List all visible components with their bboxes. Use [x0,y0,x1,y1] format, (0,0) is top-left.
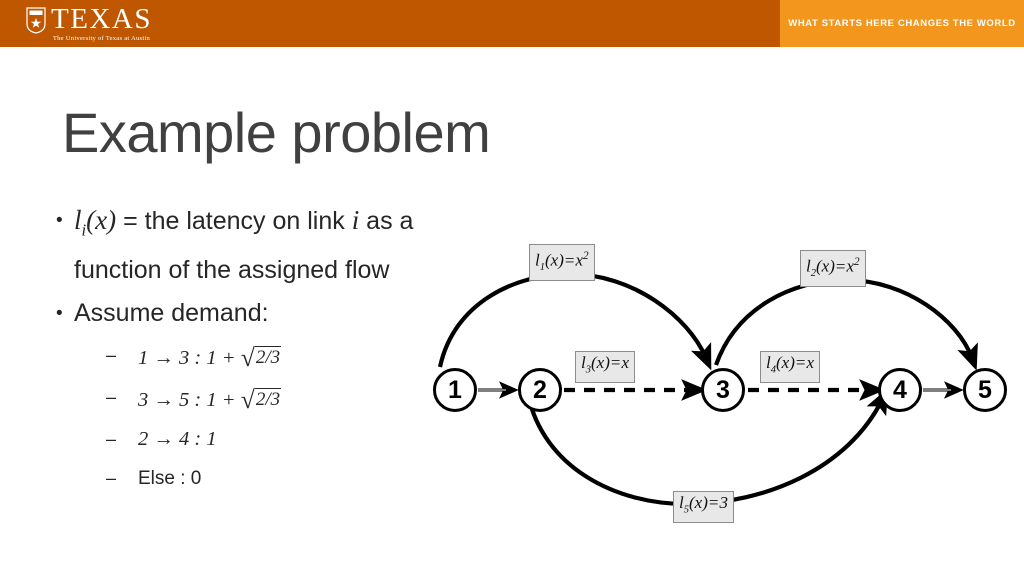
math-latency-function: li(x) [74,205,117,240]
demand-label-1-3: 1 → 3 : 1 + [138,347,241,370]
bullet-text-assume-demand: Assume demand: [74,299,269,328]
sub-bullet-text-1-3: 1 → 3 : 1 + √2/3 [138,336,282,378]
bullet-list: • li(x) = the latency on link i as a fun… [48,200,448,498]
header-right-panel: WHAT STARTS HERE CHANGES THE WORLD [780,0,1024,47]
graph-node-1[interactable]: 1 [433,368,477,412]
radicand-value: 2/3 [254,346,282,369]
sub-bullet-text-else: Else : 0 [138,459,201,498]
bullet-item-latency-definition: • li(x) = the latency on link i as a fun… [48,200,448,291]
demand-label-2-4: 2 → 4 : 1 [138,428,217,451]
ut-austin-logo: TEXAS The University of Texas at Austin [26,4,152,43]
shield-icon [26,7,46,34]
sqrt-expression: √2/3 [240,336,282,378]
sub-bullet-marker: – [106,345,117,366]
sub-bullet-marker: – [106,387,117,408]
graph-node-3[interactable]: 3 [701,368,745,412]
edge-label-l4: l4(x)=x [760,351,821,384]
sub-bullet-text-3-5: 3 → 5 : 1 + √2/3 [138,378,282,420]
bullet-marker: • [56,303,63,325]
network-graph-diagram: 1 2 3 4 5 l1(x)=x2 l2(x)=x2 l3(x)=x l4(x… [420,230,1020,540]
sub-bullet-marker: – [106,468,117,489]
edge-3-to-5 [714,277,978,371]
header-left-panel: TEXAS The University of Texas at Austin [0,0,780,47]
edge-label-l2: l2(x)=x2 [800,250,866,288]
edge-label-l1: l1(x)=x2 [529,244,595,282]
demand-label-3-5: 3 → 5 : 1 + [138,389,241,412]
sub-bullet-demand-else: – Else : 0 [48,459,448,498]
radical-glyph: √ [240,385,255,415]
logo-subtitle: The University of Texas at Austin [52,35,151,42]
sub-bullet-demand-1-3: – 1 → 3 : 1 + √2/3 [48,336,448,378]
bullet-text-part1: = the latency on link [116,207,352,235]
logo-text-block: TEXAS The University of Texas at Austin [51,4,152,43]
graph-node-2[interactable]: 2 [518,368,562,412]
radical-glyph: √ [240,343,255,373]
edge-2-to-4 [525,387,889,507]
edge-1-to-3 [437,271,712,371]
sub-bullet-text-2-4: 2 → 4 : 1 [138,420,217,459]
radicand-value: 2/3 [254,388,282,411]
logo-wordmark: TEXAS [51,3,152,35]
demand-label-else: Else : 0 [138,468,202,490]
edge-label-l5: l5(x)=3 [673,491,734,524]
sub-bullet-demand-2-4: – 2 → 4 : 1 [48,420,448,459]
sub-bullet-marker: – [106,429,117,450]
bullet-text-latency-definition: li(x) = the latency on link i as a funct… [74,200,448,291]
graph-node-4[interactable]: 4 [878,368,922,412]
bullet-item-assume-demand: • Assume demand: [48,293,448,334]
site-header-band: TEXAS The University of Texas at Austin … [0,0,1024,47]
graph-node-5[interactable]: 5 [963,368,1007,412]
bullet-marker: • [56,210,63,231]
header-tagline: WHAT STARTS HERE CHANGES THE WORLD [788,18,1016,29]
page-title: Example problem [62,101,491,164]
sub-bullet-demand-3-5: – 3 → 5 : 1 + √2/3 [48,378,448,420]
sqrt-expression: √2/3 [240,378,282,420]
edge-label-l3: l3(x)=x [575,351,636,384]
